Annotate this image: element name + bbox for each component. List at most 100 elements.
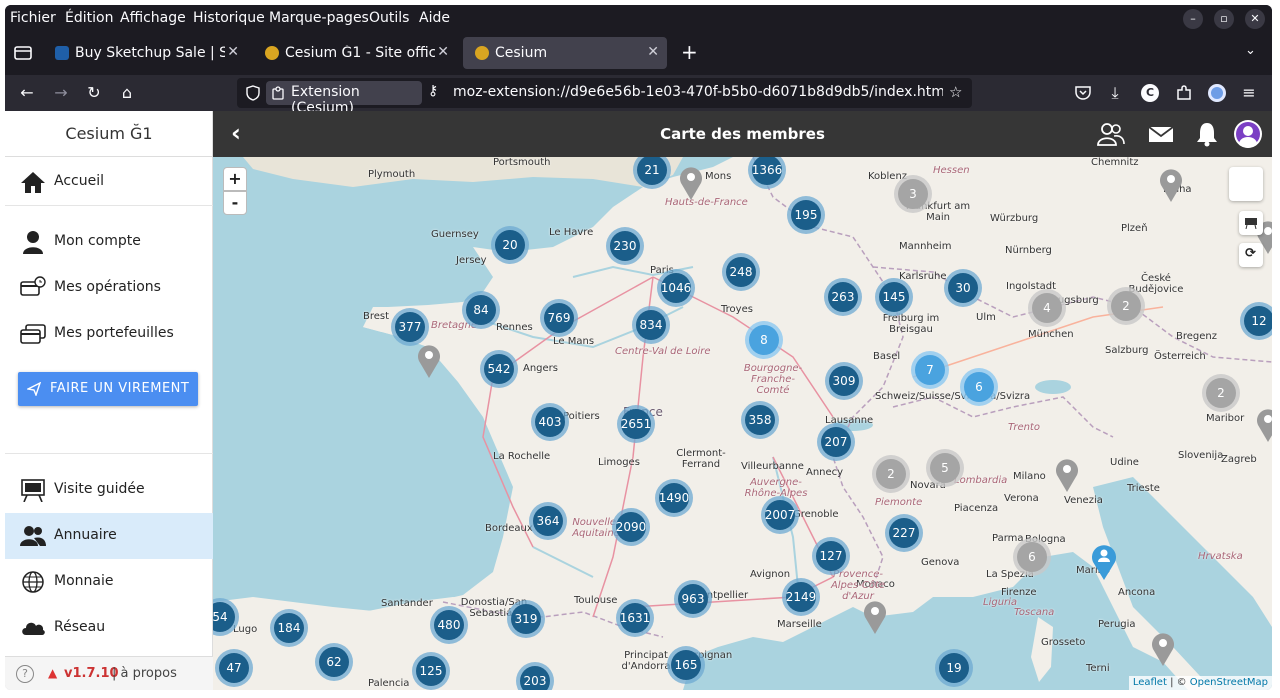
marker-cluster[interactable]: 1490 (655, 479, 693, 517)
tab-close-icon[interactable]: ✕ (437, 44, 449, 60)
menu-aide[interactable]: Aide (419, 10, 450, 26)
bookmark-star-icon[interactable]: ☆ (949, 83, 962, 101)
marker-cluster[interactable]: 12 (1240, 302, 1272, 340)
leaflet-link[interactable]: Leaflet (1133, 677, 1167, 688)
marker-cluster[interactable]: 1046 (657, 269, 695, 307)
sidebar-item-visite-guidee[interactable]: Visite guidée (5, 467, 213, 513)
mail-icon[interactable] (1147, 120, 1175, 148)
marker-cluster[interactable]: 207 (817, 423, 855, 461)
map-pin-icon[interactable] (862, 599, 888, 635)
menu-historique[interactable]: Historique (193, 10, 265, 26)
version-label[interactable]: v1.7.10 (64, 666, 119, 681)
marker-cluster[interactable]: 2 (1202, 374, 1240, 412)
marker-cluster[interactable]: 84 (462, 291, 500, 329)
window-close-icon[interactable]: ✕ (1245, 9, 1265, 29)
map-pin-icon[interactable] (1158, 167, 1184, 203)
marker-cluster[interactable]: 4 (1028, 289, 1066, 327)
menu-outils[interactable]: Outils (369, 10, 409, 26)
marker-cluster[interactable]: 227 (885, 514, 923, 552)
shield-icon[interactable] (246, 85, 260, 101)
marker-cluster[interactable]: 480 (430, 606, 468, 644)
marker-cluster[interactable]: 2651 (617, 405, 655, 443)
marker-cluster[interactable]: 127 (812, 537, 850, 575)
bell-icon[interactable] (1193, 120, 1221, 148)
marker-cluster[interactable]: 47 (215, 649, 253, 687)
marker-cluster[interactable]: 769 (540, 299, 578, 337)
marker-cluster[interactable]: 62 (315, 643, 353, 681)
tab-cesium[interactable]: Cesium ✕ (463, 37, 667, 69)
marker-cluster[interactable]: 20 (491, 226, 529, 264)
marker-cluster[interactable]: 377 (391, 308, 429, 346)
marker-cluster[interactable]: 2090 (612, 508, 650, 546)
member-pin-icon[interactable] (1090, 543, 1118, 581)
forward-arrow-icon[interactable]: → (50, 82, 72, 104)
marker-cluster[interactable]: 1631 (616, 599, 654, 637)
marker-cluster[interactable]: 319 (507, 600, 545, 638)
marker-cluster[interactable]: 230 (606, 227, 644, 265)
tab-list-chevron-icon[interactable]: ⌄ (1245, 43, 1256, 58)
marker-cluster[interactable]: 165 (667, 646, 705, 684)
url-text[interactable]: moz-extension://d9e6e56b-1e03-470f-b5b0-… (453, 84, 943, 100)
help-icon[interactable]: ? (16, 665, 34, 683)
map-pin-icon[interactable] (1150, 631, 1176, 667)
downloads-icon[interactable]: ⤓ (1104, 82, 1126, 104)
tab-overview-icon[interactable] (14, 45, 32, 61)
map-pin-icon[interactable] (416, 343, 442, 379)
marker-cluster[interactable]: 2149 (782, 578, 820, 616)
sidebar-item-mes-portefeuilles[interactable]: Mes portefeuilles (5, 311, 213, 357)
marker-cluster[interactable]: 2007 (761, 496, 799, 534)
sidebar-item-mon-compte[interactable]: Mon compte (5, 219, 213, 265)
marker-cluster[interactable]: 542 (480, 350, 518, 388)
osm-link[interactable]: OpenStreetMap (1190, 677, 1268, 688)
sidebar-item-reseau[interactable]: Réseau (5, 605, 213, 651)
map-search-control[interactable] (1229, 167, 1263, 201)
marker-cluster[interactable]: 834 (632, 306, 670, 344)
marker-cluster[interactable]: 19 (935, 649, 973, 687)
map-pin-icon[interactable] (1255, 407, 1272, 443)
marker-cluster[interactable]: 2 (1107, 287, 1145, 325)
zoom-out-button[interactable]: - (223, 191, 247, 215)
marker-cluster[interactable]: 195 (787, 196, 825, 234)
marker-cluster[interactable]: 30 (944, 269, 982, 307)
url-bar[interactable]: Extension (Cesium) ⚷ moz-extension://d9e… (237, 78, 972, 116)
menu-marque-pages[interactable]: Marque-pages (269, 10, 369, 26)
marker-cluster[interactable]: 145 (875, 278, 913, 316)
extension-globe-icon[interactable] (1208, 84, 1226, 102)
marker-cluster[interactable]: 5 (926, 449, 964, 487)
marker-cluster[interactable]: 184 (270, 609, 308, 647)
tab-close-icon[interactable]: ✕ (647, 44, 659, 60)
about-link[interactable]: | à propos (112, 666, 177, 681)
sidebar-item-annuaire[interactable]: Annuaire (5, 513, 213, 559)
key-icon[interactable]: ⚷ (428, 83, 438, 99)
marker-cluster[interactable]: 3 (894, 175, 932, 213)
tab-sketchup[interactable]: Buy Sketchup Sale | Sketc ✕ (43, 37, 247, 69)
tab-cesium-site[interactable]: Cesium Ğ1 - Site officiel ✕ (253, 37, 457, 69)
marker-cluster[interactable]: 963 (674, 580, 712, 618)
marker-cluster[interactable]: 263 (824, 278, 862, 316)
menu-edition[interactable]: Édition (65, 10, 113, 26)
sidebar-item-monnaie[interactable]: Monnaie (5, 559, 213, 605)
avatar[interactable] (1234, 120, 1262, 148)
people-icon[interactable] (1097, 120, 1125, 148)
map-pin-icon[interactable] (1054, 457, 1080, 493)
marker-cluster[interactable]: 403 (531, 403, 569, 441)
map-pin-icon[interactable] (678, 165, 704, 201)
marker-cluster[interactable]: 248 (722, 253, 760, 291)
menu-fichier[interactable]: Fichier (10, 10, 56, 26)
restore-icon[interactable]: ▫ (1214, 9, 1234, 29)
sidebar-item-accueil[interactable]: Accueil (5, 159, 213, 205)
tab-close-icon[interactable]: ✕ (227, 44, 239, 60)
reload-icon[interactable]: ↻ (83, 82, 105, 104)
map-layer-control[interactable] (1239, 211, 1263, 235)
marker-cluster[interactable]: 309 (825, 362, 863, 400)
back-arrow-icon[interactable]: ← (16, 82, 38, 104)
extension-identity-chip[interactable]: Extension (Cesium) (266, 81, 422, 116)
marker-cluster[interactable]: 125 (412, 652, 450, 690)
new-tab-icon[interactable]: + (681, 40, 698, 64)
hamburger-menu-icon[interactable]: ≡ (1238, 82, 1260, 104)
marker-cluster[interactable]: 358 (741, 401, 779, 439)
minimize-icon[interactable]: – (1183, 9, 1203, 29)
marker-cluster[interactable]: 364 (529, 502, 567, 540)
menu-affichage[interactable]: Affichage (120, 10, 186, 26)
sidebar-item-mes-operations[interactable]: Mes opérations (5, 265, 213, 311)
